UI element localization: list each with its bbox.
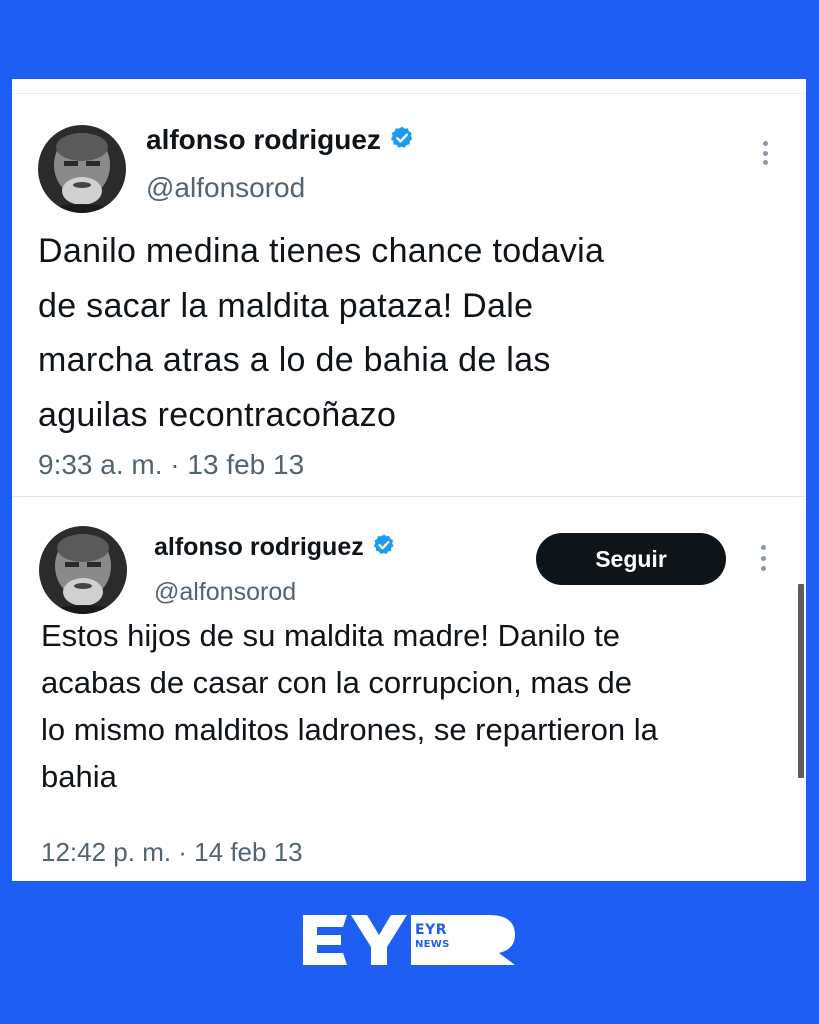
- author-row: alfonso rodriguez: [146, 124, 415, 156]
- avatar[interactable]: [39, 526, 127, 614]
- tweet-timestamp[interactable]: 9:33 a. m. · 13 feb 13: [38, 449, 304, 481]
- tweet-text-line: bahia: [41, 759, 117, 794]
- scrollbar[interactable]: [798, 584, 804, 778]
- tweet-screenshot-card: alfonso rodriguez @alfonsorod Danilo med…: [12, 79, 806, 881]
- more-options-icon[interactable]: [755, 141, 775, 165]
- tweet-1[interactable]: alfonso rodriguez @alfonsorod Danilo med…: [12, 94, 806, 496]
- dot: [760, 566, 766, 571]
- dot: [760, 545, 766, 550]
- dot: [762, 150, 768, 156]
- tweet-text-line: marcha atras a lo de bahia de las: [38, 341, 551, 379]
- verified-badge-icon: [389, 125, 415, 156]
- tweet-text-line: aguilas recontracoñazo: [38, 395, 397, 434]
- tweet-text-line: lo mismo malditos ladrones, se repartier…: [41, 712, 658, 747]
- author-handle[interactable]: @alfonsorod: [146, 172, 305, 204]
- tweet-text-line: de sacar la maldita pataza! Dale: [38, 286, 534, 325]
- dot: [762, 160, 768, 165]
- more-options-icon[interactable]: [753, 545, 773, 571]
- author-name[interactable]: alfonso rodriguez: [146, 124, 381, 156]
- author-name[interactable]: alfonso rodriguez: [154, 533, 364, 562]
- follow-button[interactable]: Seguir: [536, 533, 726, 585]
- author-row: alfonso rodriguez: [154, 533, 396, 562]
- dot: [760, 555, 766, 561]
- tweet-2[interactable]: alfonso rodriguez @alfonsorod Seguir Est…: [12, 497, 806, 881]
- eyr-logo-mark: [303, 915, 515, 965]
- avatar[interactable]: [38, 125, 126, 213]
- logo-line-2: NEWS: [415, 939, 450, 950]
- author-handle[interactable]: @alfonsorod: [154, 578, 296, 607]
- logo-line-1: EYR: [415, 922, 447, 938]
- tweet-text: Danilo medina tienes chance todavia de s…: [38, 224, 604, 442]
- logo-text: EYR NEWS: [415, 923, 450, 950]
- tweet-text-line: acabas de casar con la corrupcion, mas d…: [41, 665, 633, 700]
- tweet-text-line: Estos hijos de su maldita madre! Danilo …: [41, 618, 620, 653]
- tweet-text: Estos hijos de su maldita madre! Danilo …: [41, 612, 658, 800]
- tweet-text-line: Danilo medina tienes chance todavia: [38, 232, 605, 270]
- tweet-timestamp[interactable]: 12:42 p. m. · 14 feb 13: [41, 837, 303, 868]
- dot: [762, 141, 768, 146]
- verified-badge-icon: [372, 533, 396, 562]
- eyr-news-logo: EYR NEWS: [303, 911, 517, 969]
